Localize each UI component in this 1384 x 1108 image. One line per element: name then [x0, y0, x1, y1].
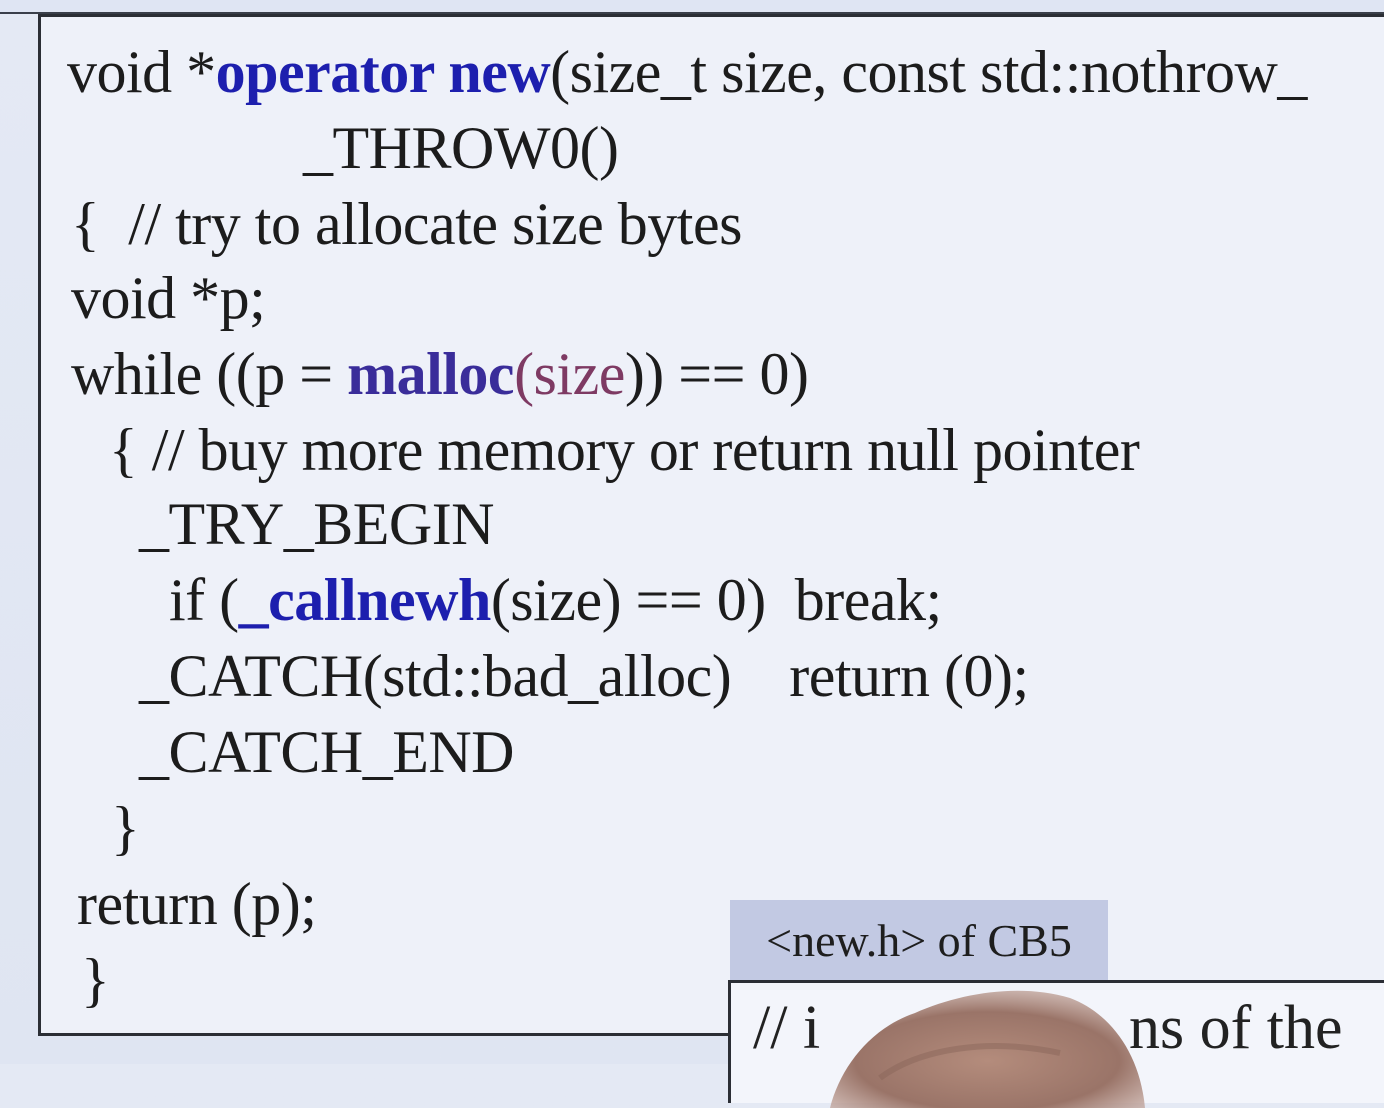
code-line-5: while ((p = malloc(size)) == 0)	[71, 339, 809, 409]
presenter-hand-icon	[830, 990, 1145, 1108]
code-line-7: _TRY_BEGIN	[139, 491, 495, 557]
keyword-operator-new: operator new	[215, 39, 551, 105]
code-token: while ((p =	[71, 341, 348, 407]
code-line-4: void *p;	[71, 265, 266, 331]
code-line-8: if (_callnewh(size) == 0) break;	[169, 565, 942, 635]
code-line-3: { // try to allocate size bytes	[71, 191, 742, 257]
code-token: )) == 0)	[624, 341, 809, 407]
code-line-13: }	[81, 947, 110, 1013]
code-argument: (size	[514, 341, 625, 407]
keyword-callnewh: _callnewh	[238, 567, 492, 633]
slide-top-border	[0, 0, 1384, 14]
overlay-text-left: // i	[753, 994, 821, 1062]
code-line-2: _THROW0()	[303, 115, 619, 181]
code-line-1: void *operator new(size_t size, const st…	[67, 37, 1307, 107]
code-line-10: _CATCH_END	[139, 719, 515, 785]
keyword-malloc: malloc	[347, 341, 515, 407]
overlay-text-right: ns of the	[1129, 994, 1343, 1062]
code-line-9: _CATCH(std::bad_alloc) return (0);	[139, 643, 1029, 709]
code-line-12: return (p);	[77, 871, 317, 937]
code-line-11: }	[111, 795, 140, 861]
code-token: void *	[67, 39, 216, 105]
code-line-6: { // buy more memory or return null poin…	[109, 417, 1140, 483]
code-token: (size_t size, const std::nothrow_	[550, 39, 1307, 105]
code-token: (size) == 0) break;	[490, 567, 942, 633]
code-listing: void *operator new(size_t size, const st…	[38, 14, 1384, 1036]
code-token: if (	[169, 567, 239, 633]
